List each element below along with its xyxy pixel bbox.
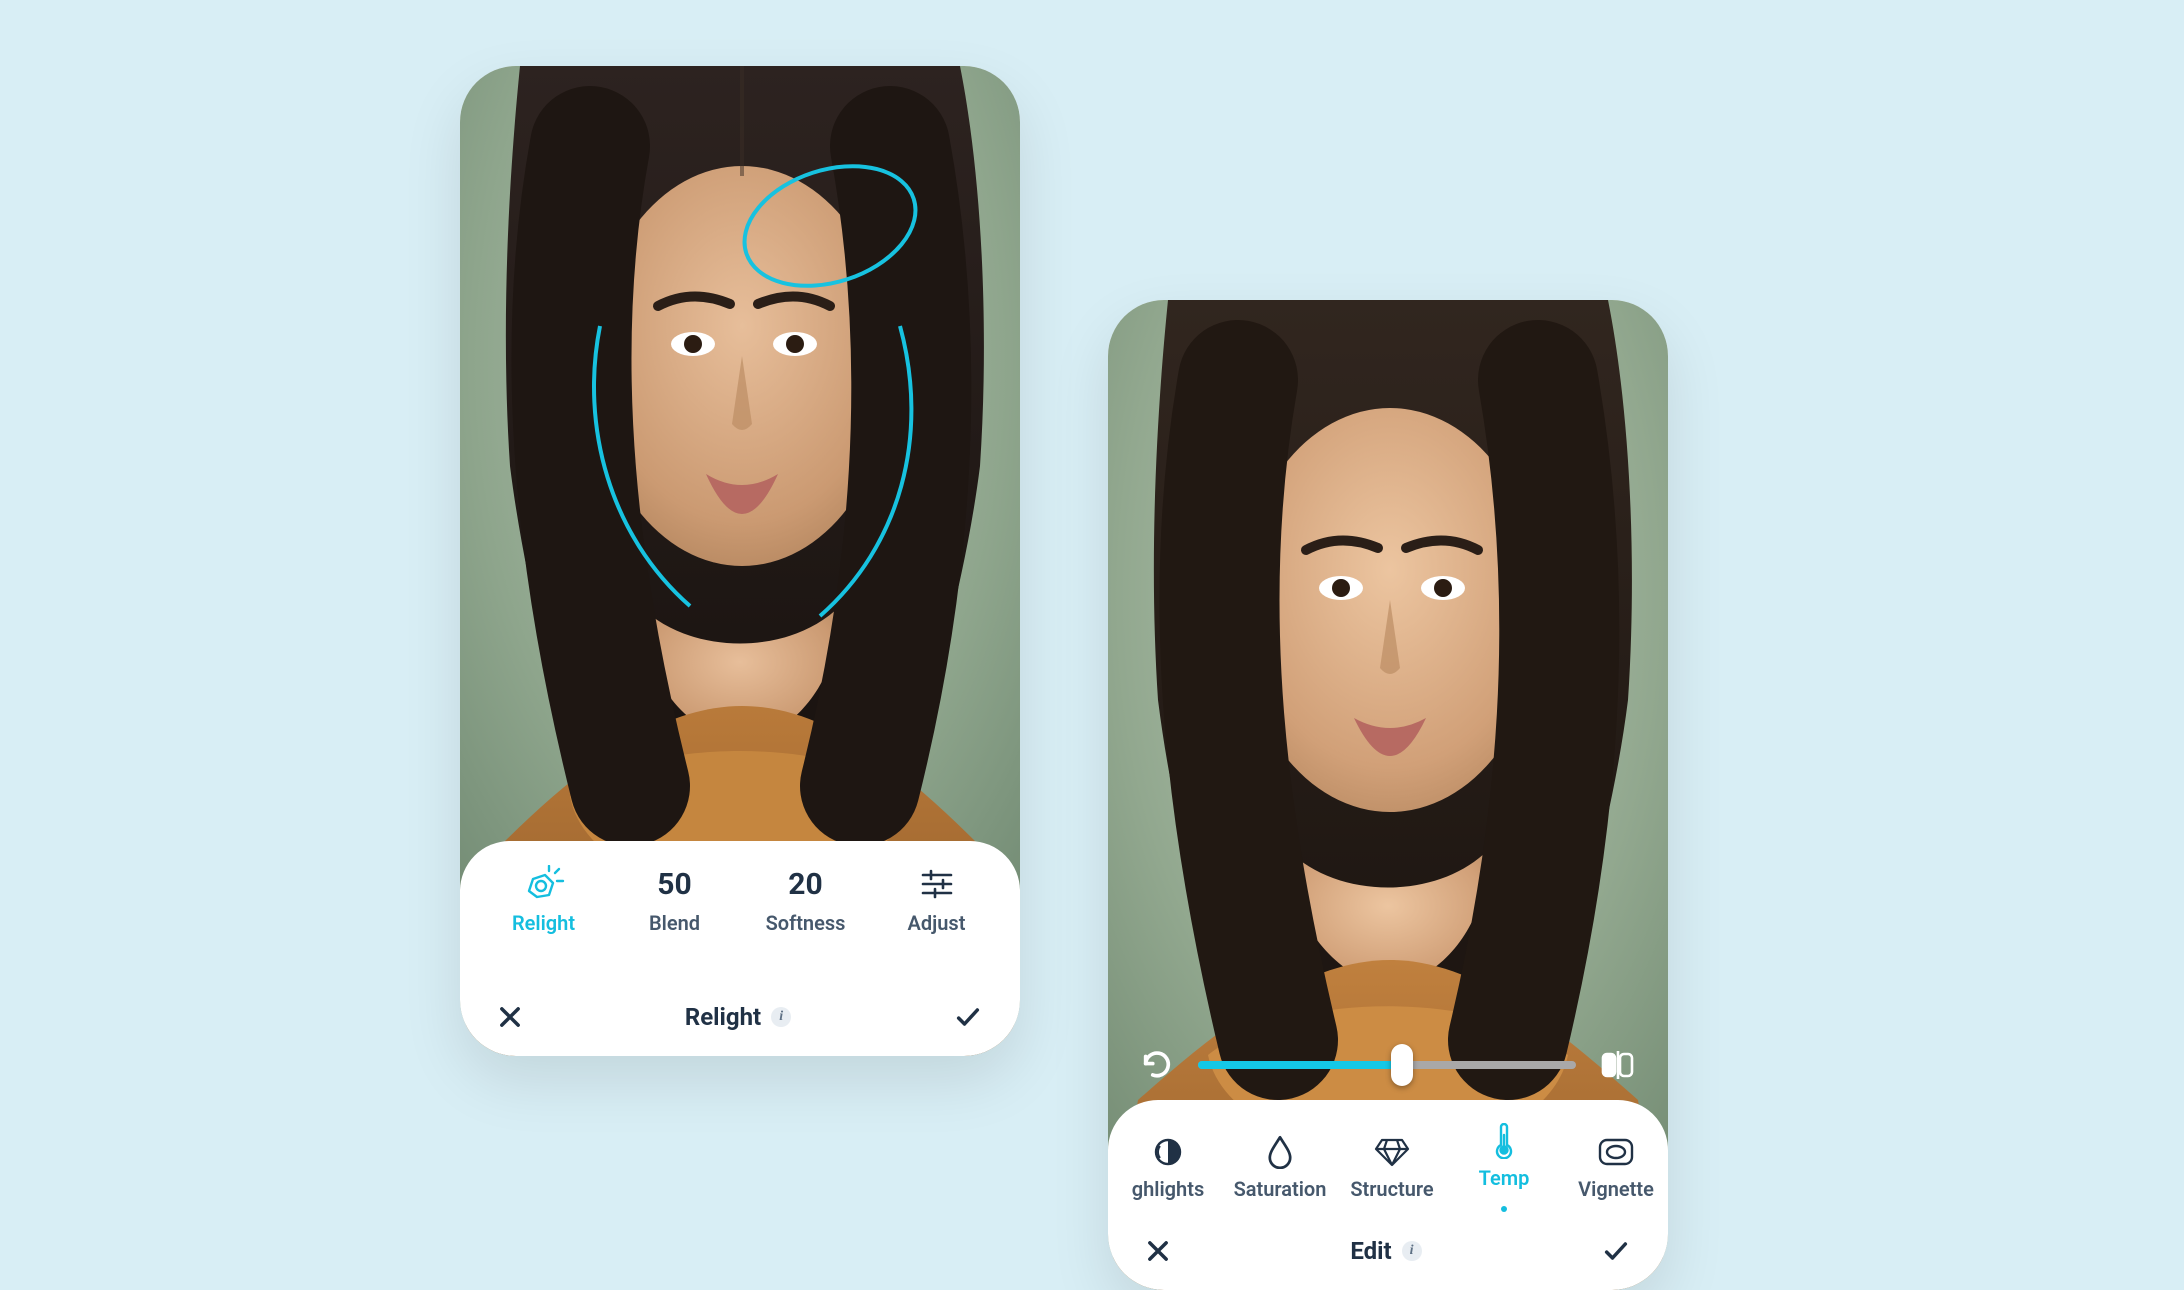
undo-button[interactable] [1134,1044,1180,1086]
panel-title-text: Edit [1350,1237,1391,1265]
tool-label: Blend [649,911,700,935]
sliders-icon [919,865,955,903]
confirm-button[interactable] [1592,1229,1640,1273]
tool-relight[interactable]: Relight [478,865,609,935]
thermometer-icon [1493,1124,1515,1158]
tool-adjust[interactable]: Adjust [871,865,1002,935]
phone-mockup-relight: Relight 50 Blend 20 Softness [460,66,1020,1056]
edit-highlights[interactable]: ghlights [1112,1135,1224,1201]
highlights-icon [1152,1135,1184,1169]
relight-icon [523,865,565,903]
edit-label: Saturation [1234,1177,1327,1201]
vignette-icon [1597,1135,1635,1169]
edit-temp[interactable]: Temp [1448,1124,1560,1212]
edit-structure[interactable]: Structure [1336,1135,1448,1201]
temp-slider[interactable] [1198,1061,1576,1069]
tool-label: Softness [766,911,846,935]
diamond-icon [1374,1135,1410,1169]
edit-saturation[interactable]: Saturation [1224,1135,1336,1201]
temp-slider-area [1108,1030,1668,1100]
panel-title-text: Relight [685,1003,761,1031]
close-button[interactable] [1136,1229,1180,1273]
panel-title: Relight i [685,1003,791,1031]
edit-title-bar: Edit i [1108,1216,1668,1290]
tool-label: Adjust [908,911,966,935]
compare-button[interactable] [1594,1043,1642,1087]
edit-vignette[interactable]: Vignette [1560,1135,1668,1201]
tool-label: Relight [512,911,575,935]
relight-panel: Relight 50 Blend 20 Softness [460,841,1020,1056]
edit-panel: ghlights Saturation Structure [1108,1100,1668,1290]
edit-tool-row: ghlights Saturation Structure [1108,1124,1668,1212]
panel-title: Edit i [1350,1237,1421,1265]
relight-title-bar: Relight i [460,982,1020,1056]
softness-value: 20 [788,867,822,902]
phone-mockup-edit: ghlights Saturation Structure [1108,300,1668,1290]
drop-icon [1266,1135,1294,1169]
edit-label: Structure [1350,1177,1433,1201]
close-button[interactable] [488,995,532,1039]
relight-tool-row: Relight 50 Blend 20 Softness [460,865,1020,935]
blend-value: 50 [657,867,691,902]
info-icon[interactable]: i [1402,1241,1422,1261]
edit-label: Vignette [1578,1177,1654,1201]
confirm-button[interactable] [944,995,992,1039]
info-icon[interactable]: i [771,1007,791,1027]
edit-label: Temp [1479,1166,1530,1190]
tool-blend[interactable]: 50 Blend [609,865,740,935]
slider-thumb[interactable] [1391,1044,1413,1086]
edit-label: ghlights [1132,1177,1204,1201]
tool-softness[interactable]: 20 Softness [740,865,871,935]
